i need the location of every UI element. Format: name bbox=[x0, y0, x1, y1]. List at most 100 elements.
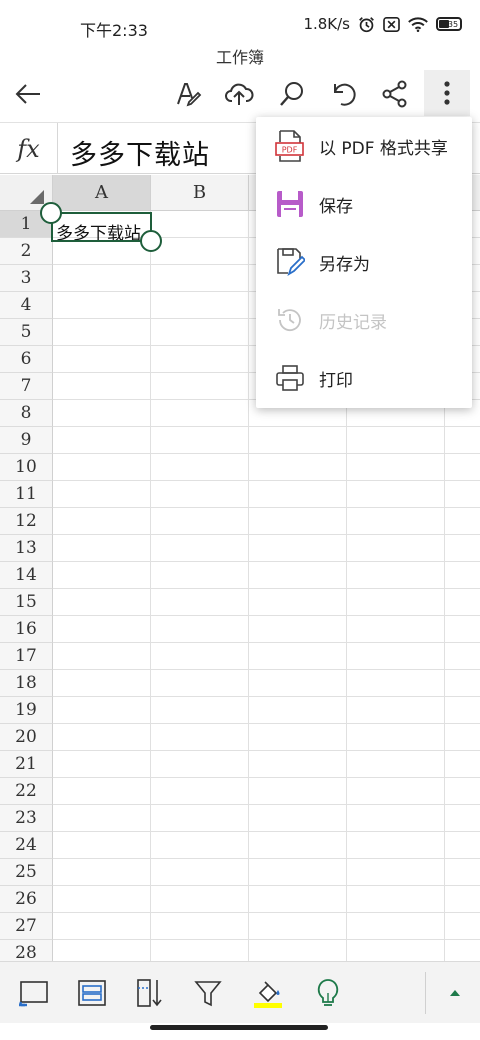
grid-cell[interactable] bbox=[445, 508, 480, 535]
grid-cell[interactable] bbox=[53, 292, 151, 319]
grid-cell[interactable] bbox=[53, 616, 151, 643]
grid-cell[interactable] bbox=[445, 562, 480, 589]
grid-cell[interactable] bbox=[445, 454, 480, 481]
grid-cell[interactable] bbox=[151, 724, 249, 751]
grid-cell[interactable] bbox=[151, 832, 249, 859]
grid-cell[interactable] bbox=[249, 589, 347, 616]
search-icon[interactable] bbox=[274, 76, 310, 112]
selection-handle-start[interactable] bbox=[40, 202, 62, 224]
grid-cell[interactable] bbox=[53, 886, 151, 913]
row-header[interactable]: 26 bbox=[0, 886, 53, 913]
row-header[interactable]: 19 bbox=[0, 697, 53, 724]
row-header[interactable]: 15 bbox=[0, 589, 53, 616]
grid-cell[interactable] bbox=[151, 616, 249, 643]
grid-cell[interactable] bbox=[347, 427, 445, 454]
more-vertical-icon[interactable] bbox=[424, 70, 470, 116]
grid-cell[interactable] bbox=[249, 670, 347, 697]
grid-cell[interactable] bbox=[53, 670, 151, 697]
grid-cell[interactable] bbox=[347, 643, 445, 670]
grid-cell[interactable] bbox=[151, 481, 249, 508]
grid-cell[interactable] bbox=[151, 670, 249, 697]
grid-cell[interactable] bbox=[151, 940, 249, 961]
grid-cell[interactable] bbox=[151, 427, 249, 454]
row-header[interactable]: 4 bbox=[0, 292, 53, 319]
menu-item-save-as[interactable]: 另存为 bbox=[256, 233, 472, 291]
grid-cell[interactable] bbox=[53, 400, 151, 427]
grid-cell[interactable] bbox=[151, 778, 249, 805]
grid-cell[interactable] bbox=[151, 805, 249, 832]
expand-up-icon[interactable] bbox=[440, 975, 470, 1011]
grid-cell[interactable] bbox=[249, 535, 347, 562]
grid-cell[interactable] bbox=[347, 697, 445, 724]
row-header[interactable]: 13 bbox=[0, 535, 53, 562]
share-icon[interactable] bbox=[377, 76, 413, 112]
grid-cell[interactable] bbox=[53, 805, 151, 832]
grid-cell[interactable] bbox=[151, 373, 249, 400]
grid-cell[interactable] bbox=[445, 913, 480, 940]
grid-cell[interactable] bbox=[249, 859, 347, 886]
navigation-gesture-bar[interactable] bbox=[150, 1025, 328, 1030]
grid-cell[interactable] bbox=[347, 508, 445, 535]
row-header[interactable]: 18 bbox=[0, 670, 53, 697]
grid-cell[interactable] bbox=[249, 643, 347, 670]
selection-handle-end[interactable] bbox=[140, 230, 162, 252]
row-header[interactable]: 22 bbox=[0, 778, 53, 805]
undo-icon[interactable] bbox=[325, 76, 361, 112]
menu-item-print[interactable]: 打印 bbox=[256, 349, 472, 407]
grid-cell[interactable] bbox=[53, 346, 151, 373]
grid-cell[interactable] bbox=[445, 427, 480, 454]
fx-label[interactable]: fx bbox=[0, 123, 58, 174]
grid-cell[interactable] bbox=[347, 616, 445, 643]
grid-cell[interactable] bbox=[445, 724, 480, 751]
grid-cell[interactable] bbox=[347, 589, 445, 616]
grid-cell[interactable] bbox=[151, 751, 249, 778]
grid-cell[interactable] bbox=[249, 724, 347, 751]
grid-cell[interactable] bbox=[347, 913, 445, 940]
grid-cell[interactable] bbox=[347, 805, 445, 832]
row-header[interactable]: 23 bbox=[0, 805, 53, 832]
grid-cell[interactable] bbox=[249, 805, 347, 832]
grid-cell[interactable] bbox=[53, 751, 151, 778]
column-header-b[interactable]: B bbox=[151, 175, 249, 211]
grid-cell[interactable] bbox=[151, 319, 249, 346]
grid-cell[interactable] bbox=[445, 859, 480, 886]
grid-cell[interactable] bbox=[445, 643, 480, 670]
grid-cell[interactable] bbox=[53, 319, 151, 346]
row-header[interactable]: 14 bbox=[0, 562, 53, 589]
row-header[interactable]: 28 bbox=[0, 940, 53, 961]
formula-input[interactable]: 多多下载站 bbox=[70, 133, 210, 172]
grid-cell[interactable] bbox=[151, 697, 249, 724]
draw-pen-icon[interactable] bbox=[170, 76, 206, 112]
grid-cell[interactable] bbox=[151, 643, 249, 670]
grid-cell[interactable] bbox=[151, 886, 249, 913]
grid-cell[interactable] bbox=[53, 778, 151, 805]
grid-cell[interactable] bbox=[53, 589, 151, 616]
grid-cell[interactable] bbox=[249, 751, 347, 778]
row-header[interactable]: 27 bbox=[0, 913, 53, 940]
fill-color-icon[interactable] bbox=[250, 975, 286, 1011]
sort-icon[interactable] bbox=[132, 975, 168, 1011]
grid-cell[interactable] bbox=[53, 481, 151, 508]
grid-cell[interactable] bbox=[249, 778, 347, 805]
grid-cell[interactable] bbox=[53, 697, 151, 724]
grid-cell[interactable] bbox=[249, 886, 347, 913]
grid-cell[interactable] bbox=[53, 265, 151, 292]
row-header[interactable]: 9 bbox=[0, 427, 53, 454]
row-header[interactable]: 2 bbox=[0, 238, 53, 265]
grid-cell[interactable] bbox=[249, 562, 347, 589]
grid-cell[interactable] bbox=[445, 805, 480, 832]
freeze-panes-icon[interactable] bbox=[16, 975, 52, 1011]
grid-cell[interactable] bbox=[249, 832, 347, 859]
grid-cell[interactable] bbox=[249, 913, 347, 940]
row-header[interactable]: 11 bbox=[0, 481, 53, 508]
grid-cell[interactable] bbox=[151, 589, 249, 616]
grid-cell[interactable] bbox=[445, 778, 480, 805]
grid-cell[interactable] bbox=[151, 238, 249, 265]
grid-cell[interactable] bbox=[249, 427, 347, 454]
grid-cell[interactable] bbox=[347, 670, 445, 697]
grid-cell[interactable] bbox=[249, 481, 347, 508]
grid-cell[interactable] bbox=[445, 670, 480, 697]
grid-cell[interactable] bbox=[53, 562, 151, 589]
row-header[interactable]: 8 bbox=[0, 400, 53, 427]
grid-cell[interactable] bbox=[53, 913, 151, 940]
